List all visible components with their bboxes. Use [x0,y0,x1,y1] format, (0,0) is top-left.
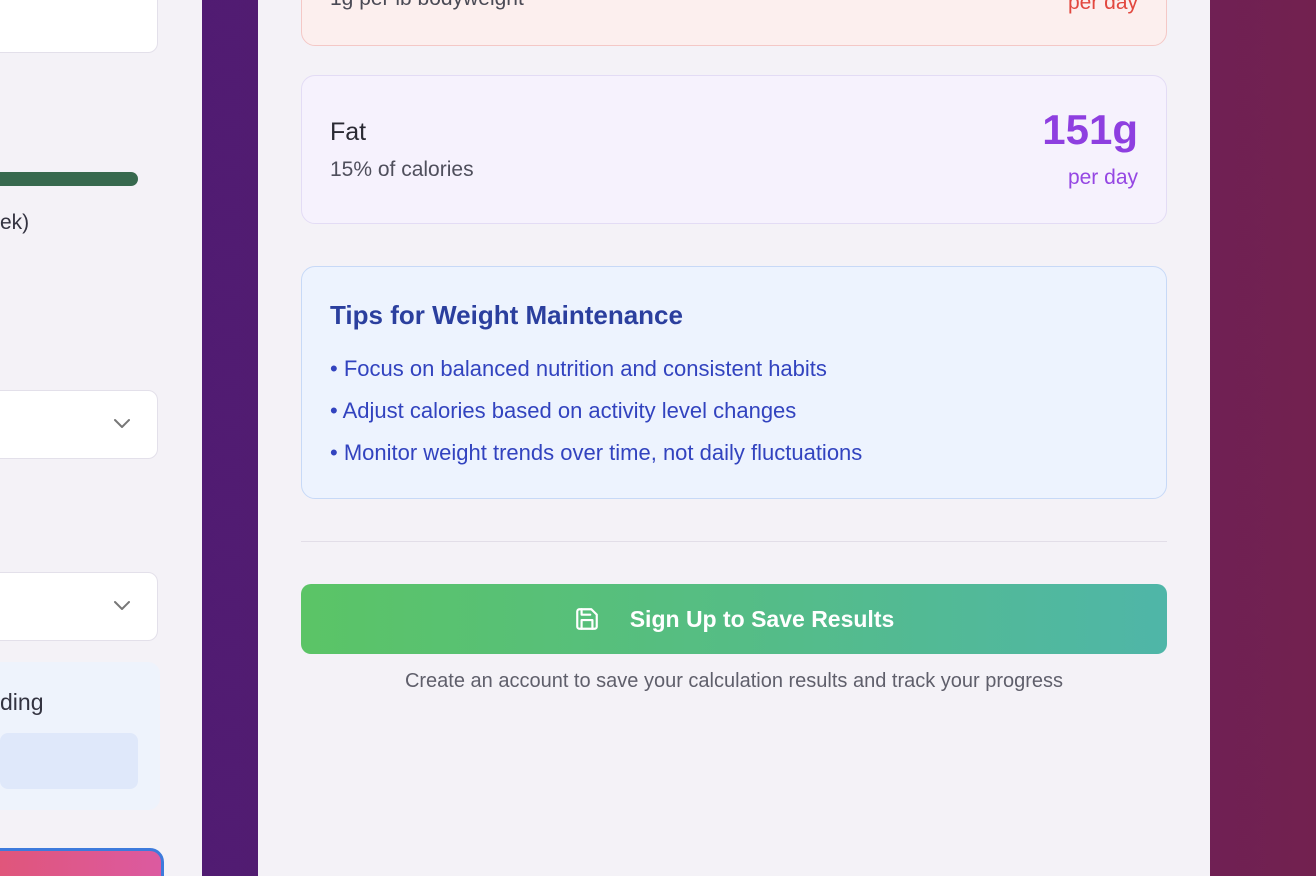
chevron-down-icon [114,601,130,610]
sign-up-label: Sign Up to Save Results [629,605,895,632]
results-card: 1g per lb bodyweight per day Fat 15% of … [258,0,1210,876]
fat-value: 151g [1042,106,1138,153]
tip-item: • Adjust calories based on activity leve… [330,398,797,423]
input-field[interactable] [0,0,158,53]
divider [301,541,1167,542]
fat-description: 15% of calories [330,158,474,181]
tips-title: Tips for Weight Maintenance [330,300,683,330]
fat-label: Fat [330,118,367,146]
fat-card: Fat 15% of calories 151g per day [301,75,1167,224]
left-panel: ek) ding [0,0,202,876]
progress-bar [0,172,138,186]
goal-rate-text: ek) [0,211,30,234]
protein-card: 1g per lb bodyweight per day [301,0,1167,46]
fat-unit: per day [1067,166,1138,189]
info-box: ding [0,662,160,810]
calculate-button[interactable] [0,848,164,876]
sign-up-note: Create an account to save your calculati… [404,670,1064,692]
save-icon [574,606,600,632]
tip-item: • Monitor weight trends over time, not d… [330,440,863,465]
sign-up-button[interactable]: Sign Up to Save Results [301,584,1167,654]
tip-item: • Focus on balanced nutrition and consis… [330,356,827,381]
select-dropdown[interactable] [0,572,158,641]
protein-description: 1g per lb bodyweight [330,0,524,11]
chevron-down-icon [114,419,130,428]
select-dropdown[interactable] [0,390,158,459]
info-text: ding [0,689,44,715]
protein-unit: per day [1067,0,1138,14]
info-input[interactable] [0,733,138,789]
tips-box: Tips for Weight Maintenance • Focus on b… [301,266,1167,499]
tips-list: • Focus on balanced nutrition and consis… [330,354,862,480]
